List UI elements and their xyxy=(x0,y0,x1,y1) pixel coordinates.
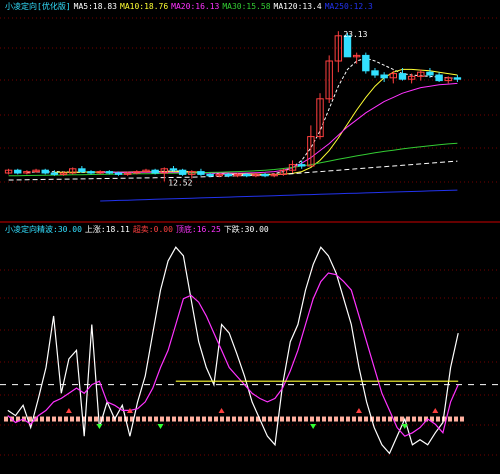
oversold-marker xyxy=(94,416,98,422)
oversold-marker xyxy=(52,416,56,422)
oversold-marker xyxy=(250,416,254,422)
lower-header-item: 超卖:0.00 xyxy=(133,224,173,234)
oversold-marker xyxy=(358,416,362,422)
oversold-marker xyxy=(460,416,464,422)
oversold-marker xyxy=(280,416,284,422)
oversold-marker xyxy=(40,416,44,422)
oversold-marker xyxy=(268,416,272,422)
oversold-marker xyxy=(226,416,230,422)
oversold-marker xyxy=(238,416,242,422)
oversold-marker xyxy=(160,416,164,422)
oversold-marker xyxy=(76,416,80,422)
oversold-marker xyxy=(286,416,290,422)
oversold-marker xyxy=(202,416,206,422)
oscillator-line xyxy=(7,272,459,437)
oversold-marker xyxy=(412,416,416,422)
lower-header-item: 小凌定向精波:30.00 xyxy=(5,224,82,234)
oversold-marker xyxy=(406,416,410,422)
oversold-marker xyxy=(436,416,440,422)
oversold-marker xyxy=(184,416,188,422)
oversold-marker xyxy=(352,416,356,422)
oversold-marker xyxy=(328,416,332,422)
buy-arrow-icon xyxy=(432,408,439,414)
oversold-marker xyxy=(322,416,326,422)
oversold-marker xyxy=(154,416,158,422)
buy-arrow-icon xyxy=(65,408,72,414)
oversold-marker xyxy=(304,416,308,422)
oversold-marker xyxy=(382,416,386,422)
oversold-marker xyxy=(220,416,224,422)
oversold-marker xyxy=(214,416,218,422)
oversold-marker xyxy=(346,416,350,422)
oversold-marker xyxy=(166,416,170,422)
oversold-marker xyxy=(148,416,152,422)
oscillator-line xyxy=(7,246,459,455)
oversold-marker xyxy=(232,416,236,422)
oversold-marker xyxy=(64,416,68,422)
buy-arrow-icon xyxy=(218,408,225,414)
oversold-marker xyxy=(364,416,368,422)
oversold-marker xyxy=(298,416,302,422)
oversold-marker xyxy=(292,416,296,422)
oversold-marker xyxy=(388,416,392,422)
oversold-marker xyxy=(244,416,248,422)
oversold-marker xyxy=(106,416,110,422)
oversold-marker xyxy=(262,416,266,422)
oversold-marker xyxy=(70,416,74,422)
lower-header-item: 下跌:30.00 xyxy=(224,224,269,234)
oversold-marker xyxy=(172,416,176,422)
sell-arrow-icon xyxy=(310,424,317,430)
oversold-marker xyxy=(208,416,212,422)
oversold-marker xyxy=(340,416,344,422)
lower-header: 小凌定向精波:30.00 上涨:18.11 超卖:0.00 顶底:16.25 下跌:30… xyxy=(5,224,269,234)
oversold-marker xyxy=(4,416,8,422)
sell-arrow-icon xyxy=(96,424,103,430)
oversold-marker xyxy=(310,416,314,422)
oscillator-chart: 小凌定向精波:30.00 上涨:18.11 超卖:0.00 顶底:16.25 下跌:30… xyxy=(0,224,500,456)
oversold-marker xyxy=(118,416,122,422)
sell-arrow-icon xyxy=(157,424,164,430)
oversold-marker xyxy=(316,416,320,422)
oversold-marker xyxy=(454,416,458,422)
oversold-marker xyxy=(142,416,146,422)
oversold-marker xyxy=(448,416,452,422)
lower-header-item: 上涨:18.11 xyxy=(85,224,130,234)
lower-header-item: 顶底:16.25 xyxy=(176,224,221,234)
oversold-marker xyxy=(418,416,422,422)
chart-stage: 小凌定向[优化版] MA5:18.83 MA10:18.76 MA20:16.13 MA… xyxy=(0,0,500,474)
oversold-marker xyxy=(376,416,380,422)
oversold-marker xyxy=(58,416,62,422)
oversold-marker xyxy=(178,416,182,422)
oversold-marker xyxy=(190,416,194,422)
buy-arrow-icon xyxy=(355,408,362,414)
oversold-marker xyxy=(88,416,92,422)
oversold-marker xyxy=(274,416,278,422)
oversold-marker xyxy=(196,416,200,422)
oversold-marker xyxy=(334,416,338,422)
oversold-marker xyxy=(46,416,50,422)
oversold-marker xyxy=(136,416,140,422)
